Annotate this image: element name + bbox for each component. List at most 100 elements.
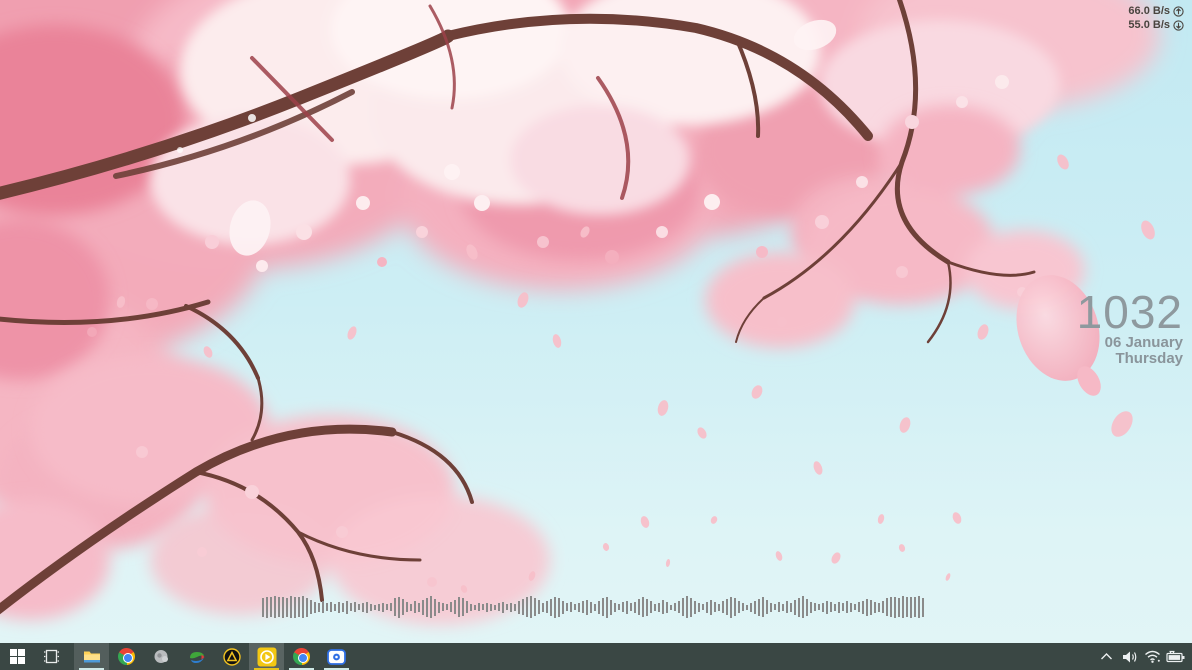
visualizer-bar — [442, 603, 444, 611]
hidden-icons-button[interactable] — [1095, 643, 1118, 670]
visualizer-bar — [298, 597, 300, 617]
visualizer-bar — [662, 600, 664, 614]
visualizer-bar — [830, 602, 832, 612]
visualizer-bar — [506, 604, 508, 610]
visualizer-bar — [730, 596, 732, 618]
visualizer-bar — [398, 596, 400, 618]
desktop: 66.0 B/s 55.0 B/s 1032 06 January Thursd… — [0, 0, 1192, 670]
download-speed-row: 55.0 B/s — [1128, 18, 1184, 32]
visualizer-bar — [618, 604, 620, 610]
visualizer-bar — [814, 603, 816, 611]
visualizer-bar — [450, 602, 452, 612]
visualizer-bar — [838, 601, 840, 613]
visualizer-bar — [522, 599, 524, 615]
visualizer-bar — [578, 602, 580, 612]
visualizer-bar — [334, 603, 336, 611]
visualizer-bar — [438, 601, 440, 613]
visualizer-bar — [734, 598, 736, 616]
visualizer-bar — [602, 598, 604, 616]
chrome-icon — [293, 648, 310, 665]
chrome-button-1[interactable] — [109, 643, 144, 670]
visualizer-bar — [674, 603, 676, 611]
gray-app-button[interactable] — [144, 643, 179, 670]
visualizer-bar — [894, 596, 896, 618]
visualizer-bar — [390, 603, 392, 611]
visualizer-bar — [310, 600, 312, 614]
battery-button[interactable] — [1164, 643, 1187, 670]
visualizer-bar — [278, 597, 280, 617]
visualizer-bar — [358, 604, 360, 610]
visualizer-bar — [642, 597, 644, 617]
visualizer-bar — [822, 602, 824, 612]
cherry-blossom-wallpaper — [0, 0, 1160, 625]
visualizer-bar — [758, 598, 760, 616]
volume-button[interactable] — [1118, 643, 1141, 670]
visualizer-bar — [826, 600, 828, 614]
visualizer-bar — [386, 604, 388, 610]
chrome-icon — [118, 648, 135, 665]
visualizer-bar — [802, 596, 804, 618]
visualizer-bar — [302, 596, 304, 618]
visualizer-bar — [878, 602, 880, 612]
visualizer-bar — [534, 598, 536, 616]
visualizer-bar — [678, 601, 680, 613]
visualizer-bar — [918, 596, 920, 618]
start-button[interactable] — [0, 643, 34, 670]
visualizer-bar — [550, 598, 552, 616]
visualizer-bar — [566, 603, 568, 611]
visualizer-bar — [262, 597, 264, 617]
visualizer-bar — [514, 603, 516, 611]
visualizer-bar — [454, 600, 456, 614]
visualizer-bar — [698, 602, 700, 612]
visualizer-bar — [914, 597, 916, 617]
potplayer-button[interactable] — [249, 643, 284, 670]
aimp-button[interactable] — [214, 643, 249, 670]
visualizer-bar — [858, 602, 860, 612]
visualizer-bar — [846, 601, 848, 613]
visualizer-bar — [670, 604, 672, 610]
idm-button[interactable] — [179, 643, 214, 670]
visualizer-bar — [634, 601, 636, 613]
visualizer-bar — [490, 603, 492, 611]
visualizer-bar — [682, 598, 684, 616]
taskbar — [0, 643, 1192, 670]
visualizer-bar — [742, 603, 744, 611]
visualizer-bar — [526, 597, 528, 617]
visualizer-bar — [854, 604, 856, 610]
visualizer-bar — [686, 596, 688, 618]
visualizer-bar — [898, 597, 900, 617]
file-explorer-button[interactable] — [74, 643, 109, 670]
visualizer-bar — [630, 603, 632, 611]
visualizer-bar — [542, 602, 544, 612]
visualizer-bar — [702, 604, 704, 610]
visualizer-bar — [362, 602, 364, 612]
visualizer-bar — [346, 600, 348, 614]
taskbar-spacer — [354, 643, 1095, 670]
visualizer-bar — [478, 603, 480, 611]
visualizer-bar — [778, 602, 780, 612]
media-app-button[interactable] — [319, 643, 354, 670]
visualizer-bar — [286, 597, 288, 617]
visualizer-bar — [806, 598, 808, 616]
visualizer-bar — [306, 597, 308, 617]
hidden-icons-chevron-icon — [1101, 653, 1112, 660]
visualizer-bar — [714, 602, 716, 612]
visualizer-bar — [466, 601, 468, 613]
visualizer-bar — [314, 601, 316, 613]
visualizer-bar — [574, 604, 576, 610]
visualizer-bar — [738, 601, 740, 613]
chrome-button-2[interactable] — [284, 643, 319, 670]
visualizer-bar — [718, 603, 720, 611]
visualizer-bar — [570, 602, 572, 612]
task-view-button[interactable] — [34, 643, 68, 670]
visualizer-bar — [606, 596, 608, 618]
potplayer-play-icon — [257, 647, 276, 666]
visualizer-bar — [470, 603, 472, 611]
visualizer-bar — [394, 598, 396, 616]
visualizer-bar — [498, 603, 500, 611]
wifi-button[interactable] — [1141, 643, 1164, 670]
visualizer-bar — [810, 601, 812, 613]
visualizer-bar — [622, 602, 624, 612]
visualizer-bar — [422, 599, 424, 615]
visualizer-bar — [462, 598, 464, 616]
